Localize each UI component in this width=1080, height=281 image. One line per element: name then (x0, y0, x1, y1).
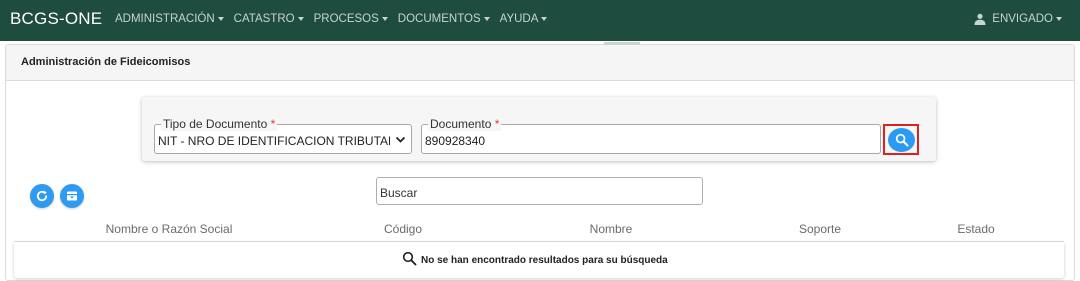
tipo-documento-value: NIT - NRO DE IDENTIFICACION TRIBUTARIA (158, 134, 390, 148)
user-label: ENVIGADO (992, 13, 1053, 25)
caret-down-icon (381, 17, 388, 21)
buscar-input[interactable]: Buscar (376, 177, 703, 205)
search-panel: Tipo de Documento * NIT - NRO DE IDENTIF… (142, 97, 936, 161)
column-header[interactable]: Nombre (590, 222, 633, 236)
refresh-icon (36, 190, 48, 202)
menu-label: CATASTRO (233, 13, 295, 25)
caret-down-icon (1056, 17, 1062, 21)
search-icon (402, 251, 417, 266)
menu-label: PROCESOS (313, 13, 379, 25)
search-button[interactable] (888, 128, 915, 152)
fideicomisos-card: Administración de Fideicomisos Tipo de D… (5, 42, 1075, 281)
buscar-placeholder: Buscar (380, 186, 418, 200)
tipo-documento-label: Tipo de Documento * (161, 117, 278, 131)
menu-label: DOCUMENTOS (397, 13, 481, 25)
column-header[interactable]: Soporte (799, 222, 841, 236)
empty-results-row: No se han encontrado resultados para su … (402, 251, 668, 266)
documento-label: Documento * (428, 117, 502, 131)
menu-procesos[interactable]: PROCESOS (314, 13, 388, 25)
caret-down-icon (541, 17, 548, 21)
results-table-body: No se han encontrado resultados para su … (14, 242, 1064, 278)
documento-field[interactable]: Documento * 890928340 (421, 117, 881, 154)
empty-message: No se han encontrado resultados para su … (421, 255, 668, 266)
documento-value: 890928340 (425, 134, 486, 148)
column-header[interactable]: Código (384, 222, 422, 236)
brand-logo[interactable]: BCGS-ONE (10, 9, 102, 29)
search-button-highlight (883, 124, 919, 155)
search-icon (895, 133, 908, 147)
menu-ayuda[interactable]: AYUDA (500, 13, 548, 25)
main-menu: ADMINISTRACIÓN CATASTRO PROCESOS DOCUMEN… (115, 13, 557, 25)
menu-catastro[interactable]: CATASTRO (234, 13, 304, 25)
refresh-button[interactable] (30, 184, 54, 208)
caret-down-icon (483, 17, 490, 21)
menu-label: AYUDA (499, 13, 539, 25)
menu-documentos[interactable]: DOCUMENTOS (398, 13, 490, 25)
menu-administracion[interactable]: ADMINISTRACIÓN (115, 13, 224, 25)
results-table-header: Nombre o Razón Social Código Nombre Sopo… (14, 216, 1064, 242)
caret-down-icon (217, 17, 224, 21)
menu-label: ADMINISTRACIÓN (115, 13, 215, 25)
archive-button[interactable] (60, 184, 84, 208)
chevron-down-icon (395, 136, 406, 143)
user-icon (974, 13, 986, 25)
tipo-documento-select[interactable]: Tipo de Documento * NIT - NRO DE IDENTIF… (154, 117, 412, 154)
page-title: Administración de Fideicomisos (21, 56, 191, 68)
column-header[interactable]: Nombre o Razón Social (106, 222, 233, 236)
top-navbar: BCGS-ONE ADMINISTRACIÓN CATASTRO PROCESO… (0, 0, 1080, 41)
card-header: Administración de Fideicomisos (6, 45, 1074, 81)
archive-icon (67, 191, 77, 201)
user-menu[interactable]: ENVIGADO (974, 13, 1062, 25)
column-header[interactable]: Estado (957, 222, 994, 236)
caret-down-icon (297, 17, 304, 21)
